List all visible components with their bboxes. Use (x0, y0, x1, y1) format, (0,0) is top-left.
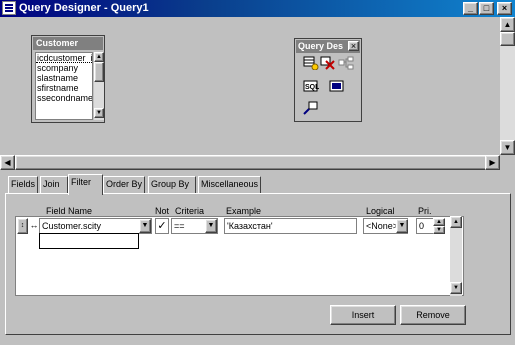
scroll-down-icon[interactable]: ▼ (450, 282, 462, 294)
scroll-up-icon[interactable]: ▲ (94, 52, 104, 62)
table-field-scrollbar[interactable]: ▲ ▼ (94, 52, 104, 120)
scroll-left-icon[interactable]: ◀ (0, 155, 15, 170)
list-item[interactable]: sfirstname (36, 83, 92, 93)
chevron-down-icon[interactable]: ▼ (139, 219, 151, 233)
row-mover-icon[interactable]: ↕ (17, 218, 28, 234)
canvas-vertical-scrollbar[interactable]: ▲ ▼ (500, 17, 515, 155)
scroll-down-icon[interactable]: ▼ (94, 108, 104, 118)
tab-fields[interactable]: Fields (8, 176, 38, 193)
scroll-up-icon[interactable]: ▲ (450, 216, 462, 228)
header-field-name: Field Name (46, 206, 93, 216)
field-name-dropdown-list[interactable] (39, 233, 139, 249)
priority-spinner[interactable]: 0 (416, 218, 434, 234)
sql-view-icon[interactable]: SQL (303, 79, 320, 93)
scroll-right-icon[interactable]: ▶ (485, 155, 500, 170)
row-selector-icon[interactable]: ↔ (29, 218, 39, 234)
list-item[interactable]: slastname (36, 73, 92, 83)
remove-button[interactable]: Remove (400, 305, 466, 325)
list-item[interactable]: ssecondname (36, 93, 92, 103)
app-icon (2, 1, 16, 15)
toolbar-close-button[interactable]: × (348, 41, 359, 51)
scroll-up-icon[interactable]: ▲ (500, 17, 515, 32)
tab-join[interactable]: Join (40, 176, 68, 193)
vertical-scroll-thumb[interactable] (500, 32, 515, 46)
header-not: Not (155, 206, 170, 216)
spin-down-icon[interactable]: ▼ (433, 226, 445, 234)
run-query-icon[interactable] (303, 101, 319, 115)
window-title: Query Designer - Query1 (19, 2, 149, 14)
grid-vertical-scrollbar[interactable]: ▲ ▼ (450, 216, 462, 296)
tab-miscellaneous[interactable]: Miscellaneous (198, 176, 261, 193)
header-pri: Pri. (418, 206, 432, 216)
tab-order-by[interactable]: Order By (103, 176, 145, 193)
close-button[interactable]: × (497, 2, 512, 15)
spin-up-icon[interactable]: ▲ (433, 218, 445, 226)
svg-text:SQL: SQL (305, 84, 319, 91)
tab-group-by[interactable]: Group By (148, 176, 196, 193)
add-table-icon[interactable] (303, 56, 319, 71)
scroll-thumb[interactable] (94, 62, 104, 82)
insert-button[interactable]: Insert (330, 305, 396, 325)
chevron-down-icon[interactable]: ▼ (396, 219, 408, 233)
header-example: Example (226, 206, 262, 216)
example-input[interactable]: 'Казахстан' (224, 218, 357, 234)
customer-table-window[interactable]: Customer icdcustomer_i scompany slastnam… (31, 35, 105, 123)
list-item[interactable]: icdcustomer_i (36, 53, 92, 63)
not-checkbox[interactable]: ✓ (155, 218, 169, 234)
join-tables-icon[interactable] (338, 56, 354, 70)
table-field-list[interactable]: icdcustomer_i scompany slastname sfirstn… (35, 52, 93, 120)
list-item[interactable]: scompany (36, 63, 92, 73)
query-designer-toolbar[interactable]: Query Des × SQL (294, 38, 362, 122)
remove-table-icon[interactable] (320, 56, 336, 70)
table-window-title[interactable]: Customer (33, 37, 103, 50)
header-logical: Logical (366, 206, 395, 216)
title-bar: Query Designer - Query1 _ □ × (0, 0, 515, 17)
header-criteria: Criteria (175, 206, 205, 216)
horizontal-scroll-thumb[interactable] (15, 155, 495, 170)
maximize-pane-icon[interactable] (329, 79, 345, 93)
field-name-select[interactable]: Customer.scity (39, 218, 152, 234)
maximize-button[interactable]: □ (479, 2, 494, 15)
minimize-button[interactable]: _ (463, 2, 478, 15)
canvas-horizontal-scrollbar[interactable]: ◀ ▶ (0, 155, 500, 170)
chevron-down-icon[interactable]: ▼ (205, 219, 217, 233)
scroll-down-icon[interactable]: ▼ (500, 140, 515, 155)
tab-filter[interactable]: Filter (68, 174, 103, 195)
